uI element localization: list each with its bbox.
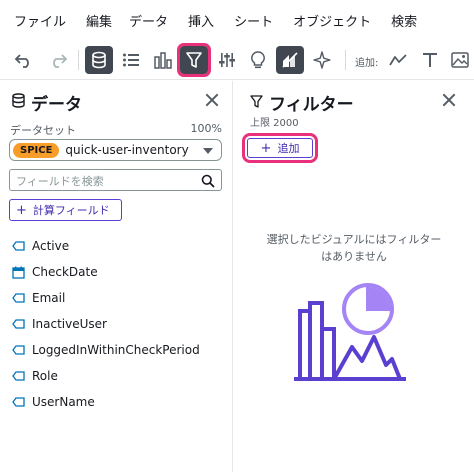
chart-format-icon[interactable] <box>276 46 304 74</box>
string-field-icon <box>12 319 26 329</box>
field-item[interactable]: Active <box>12 233 200 259</box>
plus-icon: + <box>260 140 272 156</box>
menu-bar: ファイル 編集 データ 挿入 シート オブジェクト 検索 <box>0 0 474 40</box>
filter-panel-header: フィルター <box>250 90 354 115</box>
add-label: 追加: <box>355 58 379 69</box>
spice-badge: SPICE <box>13 142 60 158</box>
close-icon[interactable] <box>205 93 219 107</box>
sliders-icon[interactable] <box>213 46 241 74</box>
field-name: Active <box>32 239 70 253</box>
dataset-select[interactable]: SPICE quick-user-inventory <box>9 139 222 161</box>
field-name: UserName <box>32 395 95 409</box>
field-name: Email <box>32 291 66 305</box>
dataset-label: データセット <box>10 124 76 137</box>
string-field-icon <box>12 397 26 407</box>
field-search-input[interactable] <box>10 171 190 192</box>
field-item[interactable]: Email <box>12 285 200 311</box>
calc-field-label: 計算フィールド <box>32 204 110 217</box>
string-field-icon <box>12 371 26 381</box>
empty-state-illustration <box>294 281 414 395</box>
menu-insert[interactable]: 挿入 <box>188 11 214 30</box>
toolbar: 追加: <box>0 40 474 80</box>
caret-down-icon <box>203 148 213 154</box>
field-item[interactable]: InactiveUser <box>12 311 200 337</box>
menu-object[interactable]: オブジェクト <box>293 11 371 30</box>
bar-chart-icon[interactable] <box>149 46 177 74</box>
toolbar-divider <box>345 50 346 70</box>
filter-limit: 上限 2000 <box>250 118 299 129</box>
menu-search[interactable]: 検索 <box>391 11 417 30</box>
date-field-icon <box>12 266 26 279</box>
filter-panel-title: フィルター <box>269 95 354 115</box>
filter-panel: フィルター 上限 2000 + 追加 選択したビジュアルにはフィルターはありませ… <box>234 81 474 472</box>
search-icon[interactable] <box>201 173 215 192</box>
field-item[interactable]: Role <box>12 363 200 389</box>
toolbar-divider <box>78 50 79 70</box>
string-field-icon <box>12 345 26 355</box>
lightbulb-icon[interactable] <box>244 46 272 74</box>
data-icon[interactable] <box>85 46 113 74</box>
menu-data[interactable]: データ <box>129 11 168 30</box>
empty-state-message: 選択したビジュアルにはフィルターはありません <box>266 233 442 263</box>
filter-icon <box>250 93 263 112</box>
text-icon[interactable] <box>416 46 444 74</box>
undo-icon[interactable] <box>10 46 38 74</box>
field-item[interactable]: LoggedInWithinCheckPeriod <box>12 337 200 363</box>
data-panel-header: データ <box>12 90 82 115</box>
line-icon[interactable] <box>384 46 412 74</box>
menu-edit[interactable]: 編集 <box>86 11 112 30</box>
close-icon[interactable] <box>442 93 456 107</box>
dataset-name: quick-user-inventory <box>65 143 189 157</box>
string-field-icon <box>12 293 26 303</box>
field-list: Active CheckDate Email InactiveUser Logg… <box>12 233 200 415</box>
field-name: CheckDate <box>32 265 98 279</box>
image-icon[interactable] <box>446 46 474 74</box>
list-icon[interactable] <box>117 46 145 74</box>
sparkle-icon[interactable] <box>308 46 336 74</box>
field-search <box>9 169 222 192</box>
add-calculated-field-button[interactable]: + 計算フィールド <box>9 199 122 221</box>
field-item[interactable]: CheckDate <box>12 259 200 285</box>
plus-icon: + <box>16 202 27 218</box>
field-name: LoggedInWithinCheckPeriod <box>32 343 200 357</box>
menu-file[interactable]: ファイル <box>14 11 66 30</box>
redo-icon[interactable] <box>44 46 72 74</box>
filter-icon[interactable] <box>177 43 211 77</box>
data-panel-title: データ <box>31 95 82 115</box>
add-filter-button[interactable]: + 追加 <box>242 133 318 163</box>
field-item[interactable]: UserName <box>12 389 200 415</box>
field-name: Role <box>32 369 58 383</box>
data-panel: データ データセット 100% SPICE quick-user-invento… <box>0 81 233 472</box>
add-filter-label: 追加 <box>277 142 300 155</box>
dataset-usage: 100% <box>190 122 222 135</box>
dataset-row: データセット 100% <box>10 122 222 138</box>
database-icon <box>12 93 25 112</box>
field-name: InactiveUser <box>32 317 107 331</box>
string-field-icon <box>12 241 26 251</box>
menu-sheet[interactable]: シート <box>234 11 273 30</box>
